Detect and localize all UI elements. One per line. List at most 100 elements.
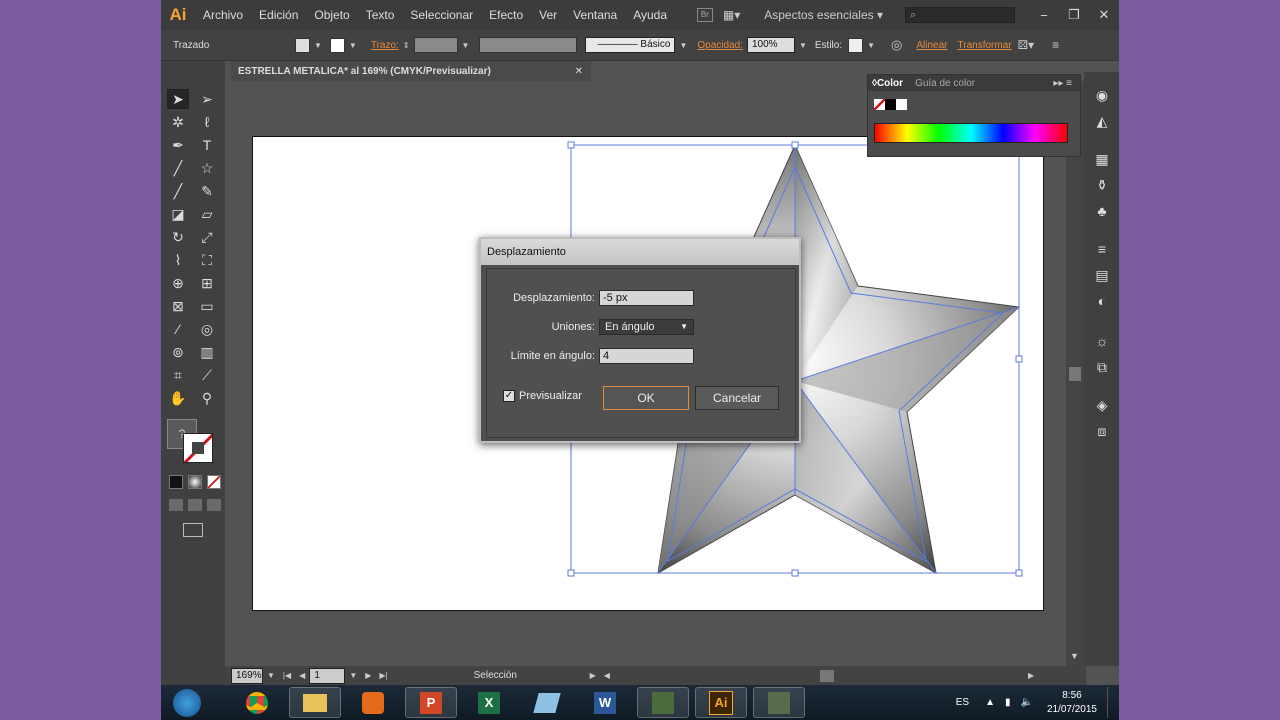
menu-texto[interactable]: Texto xyxy=(358,8,403,22)
scroll-left-icon[interactable]: ◀ xyxy=(604,671,610,680)
hand-tool-icon[interactable]: ✋ xyxy=(167,388,189,408)
bbox-handle[interactable] xyxy=(791,569,799,577)
restore-button[interactable]: ❐ xyxy=(1059,7,1089,23)
stroke-box[interactable] xyxy=(183,433,213,463)
excel-taskbar-icon[interactable]: X xyxy=(463,687,515,718)
screen-mode-icon[interactable] xyxy=(183,523,203,537)
stroke-swatch[interactable] xyxy=(329,37,345,53)
scroll-thumb[interactable] xyxy=(819,669,834,682)
white-swatch[interactable] xyxy=(896,99,907,110)
line-tool-icon[interactable]: ╱ xyxy=(167,158,189,178)
illustrator-taskbar-icon[interactable]: Ai xyxy=(695,687,747,718)
paintbrush-tool-icon[interactable]: ╱ xyxy=(167,181,189,201)
close-tab-icon[interactable]: ✕ xyxy=(575,66,583,77)
appearance-icon[interactable]: ☼ xyxy=(1092,332,1112,350)
media-taskbar-icon[interactable] xyxy=(347,687,399,718)
gradient-tool-icon[interactable]: ▭ xyxy=(196,296,218,316)
menu-edicion[interactable]: Edición xyxy=(251,8,306,22)
symbols-icon[interactable]: ♣ xyxy=(1092,202,1112,220)
free-transform-tool-icon[interactable]: ⛶ xyxy=(196,250,218,270)
transform-icon[interactable]: ⚄▾ xyxy=(1018,38,1034,52)
last-artboard-icon[interactable]: ▶| xyxy=(379,671,387,680)
tab-color[interactable]: ◊Color xyxy=(872,78,903,89)
color-spectrum[interactable] xyxy=(874,123,1068,143)
align-link[interactable]: Alinear xyxy=(916,40,947,51)
color-panel-icon[interactable]: ◉ xyxy=(1092,86,1112,104)
zoom-tool-icon[interactable]: ⚲ xyxy=(196,388,218,408)
preview-label[interactable]: Previsualizar xyxy=(519,390,582,402)
menu-ventana[interactable]: Ventana xyxy=(565,8,625,22)
blend-tool-icon[interactable]: ◎ xyxy=(196,319,218,339)
start-button[interactable] xyxy=(165,687,209,718)
chevron-down-icon[interactable]: ▼ xyxy=(267,671,275,680)
draw-normal-icon[interactable] xyxy=(169,499,183,511)
workspace-switcher[interactable]: Aspectos esenciales ▾ xyxy=(764,8,883,22)
transparency-icon[interactable]: ◐ xyxy=(1092,292,1112,310)
opacity-label[interactable]: Opacidad: xyxy=(697,40,743,51)
app-taskbar-icon-2[interactable] xyxy=(637,687,689,718)
transform-link[interactable]: Transformar xyxy=(958,40,1012,51)
scroll-down-icon[interactable]: ▼ xyxy=(1070,651,1079,661)
show-desktop-button[interactable] xyxy=(1107,687,1113,718)
perspective-grid-tool-icon[interactable]: ⊞ xyxy=(196,273,218,293)
star-tool-icon[interactable]: ☆ xyxy=(196,158,218,178)
next-artboard-icon[interactable]: ▶ xyxy=(365,671,371,680)
layers-icon[interactable]: ◈ xyxy=(1092,396,1112,414)
scroll-right-icon[interactable]: ▶ xyxy=(1028,671,1034,680)
black-swatch[interactable] xyxy=(885,99,896,110)
mesh-tool-icon[interactable]: ⊠ xyxy=(167,296,189,316)
artboards-icon[interactable]: ⧈ xyxy=(1092,422,1112,440)
volume-icon[interactable]: 🔈 xyxy=(1020,697,1032,708)
stepper-icon[interactable]: ⇕ xyxy=(403,41,410,50)
minimize-button[interactable]: − xyxy=(1029,8,1059,23)
eyedropper-tool-icon[interactable]: ⁄ xyxy=(167,319,189,339)
word-taskbar-icon[interactable]: W xyxy=(579,687,631,718)
swatches-icon[interactable]: ▦ xyxy=(1092,150,1112,168)
preview-checkbox[interactable]: ✓ xyxy=(503,390,515,402)
bridge-button[interactable]: Br xyxy=(696,8,713,22)
column-graph-tool-icon[interactable]: ▥ xyxy=(196,342,218,362)
chevron-down-icon[interactable]: ▼ xyxy=(314,41,322,50)
powerpoint-taskbar-icon[interactable]: P xyxy=(405,687,457,718)
joins-select[interactable]: En ángulo ▼ xyxy=(599,319,694,335)
color-guide-icon[interactable]: ◭ xyxy=(1092,112,1112,130)
artboard-tool-icon[interactable]: ⌗ xyxy=(167,365,189,385)
app-taskbar-icon[interactable] xyxy=(521,687,573,718)
chevron-down-icon[interactable]: ▼ xyxy=(349,671,357,680)
first-artboard-icon[interactable]: |◀ xyxy=(283,671,291,680)
lasso-tool-icon[interactable]: ℓ xyxy=(196,112,218,132)
network-icon[interactable]: ▮ xyxy=(1005,697,1011,708)
chevron-down-icon[interactable]: ▼ xyxy=(462,41,470,50)
chrome-taskbar-icon[interactable] xyxy=(231,687,283,718)
chevron-down-icon[interactable]: ▼ xyxy=(349,41,357,50)
scroll-thumb[interactable] xyxy=(1069,367,1081,381)
status-menu-icon[interactable]: ▶ xyxy=(590,671,596,680)
symbol-sprayer-tool-icon[interactable]: ⊚ xyxy=(167,342,189,362)
artboard-number-field[interactable]: 1 xyxy=(309,667,346,684)
shape-builder-tool-icon[interactable]: ⊕ xyxy=(167,273,189,293)
stroke-label[interactable]: Trazo: xyxy=(371,40,399,51)
direct-selection-tool-icon[interactable]: ➢ xyxy=(196,89,218,109)
menu-seleccionar[interactable]: Seleccionar xyxy=(402,8,481,22)
opacity-field[interactable]: 100% xyxy=(746,37,795,53)
miter-limit-field[interactable]: 4 xyxy=(599,348,694,364)
none-swatch[interactable] xyxy=(874,99,885,110)
type-tool-icon[interactable]: T xyxy=(196,135,218,155)
gradient-icon[interactable]: ▤ xyxy=(1092,266,1112,284)
zoom-select[interactable]: 169% xyxy=(231,667,263,684)
draw-behind-icon[interactable] xyxy=(188,499,202,511)
magic-wand-tool-icon[interactable]: ✲ xyxy=(167,112,189,132)
menu-archivo[interactable]: Archivo xyxy=(195,8,251,22)
stroke-weight-field[interactable] xyxy=(413,37,458,53)
recolor-icon[interactable]: ◎ xyxy=(891,37,902,53)
search-input[interactable]: ⌕ xyxy=(905,7,1015,23)
document-tab[interactable]: ESTRELLA METALICA* al 169% (CMYK/Previsu… xyxy=(231,61,591,81)
graphic-styles-icon[interactable]: ⧉ xyxy=(1092,358,1112,376)
pencil-tool-icon[interactable]: ✎ xyxy=(196,181,218,201)
color-mode-icon[interactable] xyxy=(169,475,183,489)
bbox-handle[interactable] xyxy=(1015,569,1023,577)
chevron-down-icon[interactable]: ▼ xyxy=(867,41,875,50)
menu-ayuda[interactable]: Ayuda xyxy=(625,8,675,22)
tab-color-guide[interactable]: Guía de color xyxy=(915,78,975,89)
ok-button[interactable]: OK xyxy=(603,386,689,410)
